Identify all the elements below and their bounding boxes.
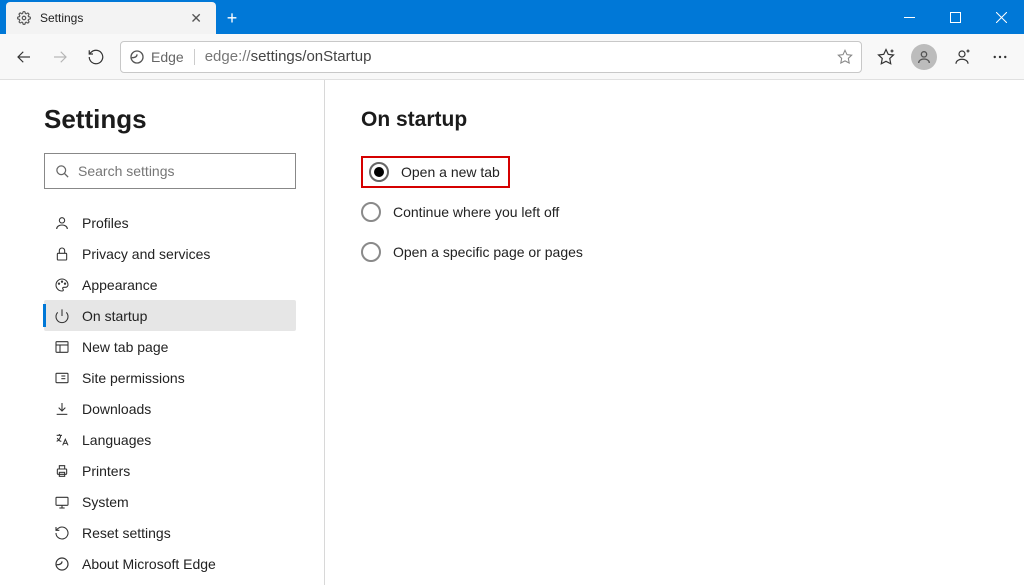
startup-option-specific-pages[interactable]: Open a specific page or pages [361,234,988,270]
download-icon [52,401,72,417]
radio-unchecked-icon[interactable] [361,202,381,222]
nav-appearance[interactable]: Appearance [44,269,296,300]
permissions-icon [52,370,72,386]
system-icon [52,494,72,510]
option-label: Open a new tab [401,164,500,180]
power-icon [52,308,72,324]
settings-main: On startup Open a new tab Continue where… [325,80,1024,585]
lock-icon [52,246,72,262]
feedback-button[interactable] [944,39,980,75]
back-button[interactable] [6,39,42,75]
settings-search[interactable] [44,153,296,189]
search-input[interactable] [78,163,285,179]
close-window-button[interactable] [978,0,1024,34]
option-label: Continue where you left off [393,204,559,220]
language-icon [52,432,72,448]
window-controls [886,0,1024,34]
toolbar: Edge edge://settings/onStartup [0,34,1024,80]
nav-languages[interactable]: Languages [44,424,296,455]
settings-nav: Profiles Privacy and services Appearance… [44,207,302,579]
nav-on-startup[interactable]: On startup [44,300,296,331]
url-text: edge://settings/onStartup [205,48,837,65]
page-heading: On startup [361,108,988,132]
edge-icon [52,556,72,572]
nav-new-tab-page[interactable]: New tab page [44,331,296,362]
printer-icon [52,463,72,479]
address-bar[interactable]: Edge edge://settings/onStartup [120,41,862,73]
startup-option-new-tab[interactable]: Open a new tab [361,154,988,190]
minimize-button[interactable] [886,0,932,34]
edge-identity-chip: Edge [129,49,195,65]
palette-icon [52,277,72,293]
favorite-star-icon[interactable] [837,49,853,65]
nav-reset-settings[interactable]: Reset settings [44,517,296,548]
radio-unchecked-icon[interactable] [361,242,381,262]
profile-button[interactable] [906,39,942,75]
option-highlight: Open a new tab [361,156,510,188]
forward-button[interactable] [42,39,78,75]
avatar-icon [911,44,937,70]
nav-downloads[interactable]: Downloads [44,393,296,424]
nav-profiles[interactable]: Profiles [44,207,296,238]
profile-icon [52,215,72,231]
nav-site-permissions[interactable]: Site permissions [44,362,296,393]
settings-sidebar: Settings Profiles Privacy and services A… [0,80,325,585]
maximize-button[interactable] [932,0,978,34]
more-menu-button[interactable] [982,39,1018,75]
favorites-button[interactable] [868,39,904,75]
search-icon [55,164,70,179]
nav-printers[interactable]: Printers [44,455,296,486]
tab-title: Settings [40,11,186,25]
reset-icon [52,525,72,541]
gear-icon [16,10,32,26]
option-label: Open a specific page or pages [393,244,583,260]
nav-system[interactable]: System [44,486,296,517]
settings-title: Settings [44,104,302,135]
titlebar: Settings ✕ + [0,0,1024,34]
refresh-button[interactable] [78,39,114,75]
new-tab-button[interactable]: + [216,2,248,34]
edge-chip-label: Edge [151,49,184,65]
edge-logo-icon [129,49,145,65]
tab-close-button[interactable]: ✕ [186,10,206,27]
nav-about[interactable]: About Microsoft Edge [44,548,296,579]
browser-tab[interactable]: Settings ✕ [6,2,216,34]
layout-icon [52,339,72,355]
startup-option-continue[interactable]: Continue where you left off [361,194,988,230]
radio-checked-icon[interactable] [369,162,389,182]
nav-privacy[interactable]: Privacy and services [44,238,296,269]
